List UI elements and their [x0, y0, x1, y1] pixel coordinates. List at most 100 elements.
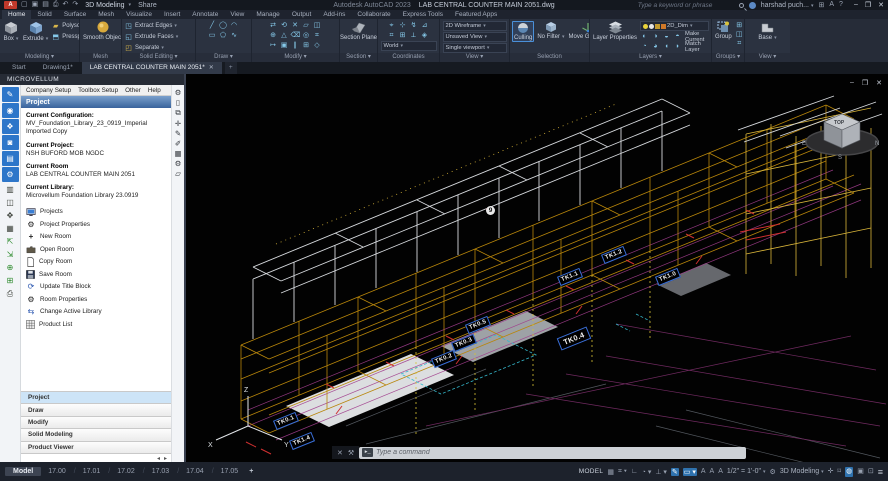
coordinates-tool-icon[interactable]: ◈: [420, 31, 429, 40]
modify-panel-label[interactable]: Modify ▾: [252, 53, 339, 62]
modify-tool-icon[interactable]: ⌫: [291, 31, 300, 40]
match-layer-button[interactable]: ◔◕◖◗ Match Layer: [640, 42, 709, 51]
palette-tool-icon[interactable]: ✎: [2, 87, 19, 102]
coordinates-tool-icon[interactable]: ⌗: [387, 31, 396, 40]
share-button[interactable]: Share: [138, 2, 157, 9]
save-room-button[interactable]: Save Room: [26, 268, 171, 281]
modify-tool-icon[interactable]: ⇄: [269, 21, 278, 30]
ribbon-tab[interactable]: Collaborate: [351, 10, 396, 19]
qat-icon[interactable]: ▤: [42, 0, 49, 10]
status-icon[interactable]: A: [710, 468, 715, 476]
status-icon[interactable]: ⊥ ▾: [655, 468, 667, 476]
qat-icon[interactable]: ▢: [21, 0, 28, 10]
modify-tool-icon[interactable]: ↦: [269, 41, 278, 50]
status-icon[interactable]: ≡: [878, 467, 883, 477]
section-plane-button[interactable]: Section Plane: [340, 21, 377, 41]
palette-menu-item[interactable]: Other: [125, 87, 141, 94]
window-control[interactable]: ❐: [862, 79, 868, 87]
modify-tool-icon[interactable]: ⊞: [302, 41, 311, 50]
ribbon-tab[interactable]: Express Tools: [397, 10, 449, 19]
palette-tool-icon[interactable]: ✎: [172, 129, 184, 138]
coordinates-tool-icon[interactable]: ⌖: [387, 21, 396, 30]
status-icon[interactable]: ⌑: [838, 467, 842, 477]
window-control[interactable]: ✕: [876, 79, 882, 87]
palette-tool-icon[interactable]: ⎙: [2, 287, 19, 300]
draw-panel-label[interactable]: Draw ▾: [196, 53, 251, 62]
model-tab[interactable]: Model: [5, 467, 41, 476]
coordinates-tool-icon[interactable]: ↯: [409, 21, 418, 30]
ribbon-tab[interactable]: Annotate: [186, 10, 224, 19]
ribbon-tab[interactable]: Insert: [158, 10, 186, 19]
palette-tool-icon[interactable]: ▯: [172, 98, 184, 107]
modify-tool-icon[interactable]: ◇: [313, 41, 322, 50]
new-drawing-tab-button[interactable]: +: [225, 62, 237, 74]
titlebar-icon[interactable]: A: [829, 1, 834, 9]
status-icon[interactable]: ✛: [828, 467, 834, 477]
layer-tool-icon[interactable]: ◐: [640, 32, 649, 41]
accordion-solid-modeling[interactable]: Solid Modeling: [21, 428, 171, 440]
ribbon-tab[interactable]: Featured Apps: [449, 10, 503, 19]
presspull-button[interactable]: ⬒Presspull: [51, 32, 79, 42]
palette-tool-icon[interactable]: ◙: [2, 135, 19, 150]
layout-tab[interactable]: 17.01: [70, 467, 104, 476]
modify-tool-icon[interactable]: ◫: [313, 21, 322, 30]
layout-tab[interactable]: 17.05: [208, 467, 242, 476]
window-control[interactable]: ✕: [878, 1, 884, 9]
projects-button[interactable]: Projects: [26, 206, 171, 219]
mesh-panel-label[interactable]: Mesh: [80, 53, 121, 62]
modify-tool-icon[interactable]: ∥: [291, 41, 300, 50]
status-icon[interactable]: ◍: [845, 467, 853, 477]
modify-tool-icon[interactable]: ◎: [302, 31, 311, 40]
extract-edges-button[interactable]: ◳Extract Edges: [124, 21, 177, 31]
culling-button[interactable]: Culling: [512, 21, 534, 42]
group-button[interactable]: Group: [714, 21, 733, 40]
callout-bubble[interactable]: 9: [486, 206, 495, 215]
groups-tool-icon[interactable]: ⊞: [735, 21, 744, 30]
modify-tool-icon[interactable]: ▣: [280, 41, 289, 50]
ribbon-tab[interactable]: Mesh: [92, 10, 120, 19]
status-icon[interactable]: ▭ ▾: [683, 468, 697, 476]
palette-menu-item[interactable]: Company Setup: [26, 87, 71, 94]
qat-icon[interactable]: ⎙: [53, 0, 59, 10]
room-properties-button[interactable]: ⚙ Room Properties: [26, 293, 171, 306]
modify-tool-icon[interactable]: ⌗: [313, 31, 322, 40]
groups-tool-icon[interactable]: ◫: [735, 30, 744, 39]
layout-tab[interactable]: 17.02: [104, 467, 138, 476]
groups-tool-icon[interactable]: ⌗: [735, 39, 744, 48]
layout-tab[interactable]: 17.04: [173, 467, 207, 476]
new-layout-button[interactable]: +: [245, 468, 257, 475]
accordion-draw[interactable]: Draw: [21, 403, 171, 415]
status-icon[interactable]: ◔ ▾: [642, 468, 652, 476]
selection-panel-label[interactable]: Selection: [510, 53, 589, 62]
no-filter-button[interactable]: No Filter: [536, 21, 565, 40]
palette-tool-icon[interactable]: ▥: [2, 183, 19, 196]
palette-tool-icon[interactable]: ⚙: [2, 167, 19, 182]
section-panel-label[interactable]: Section ▾: [340, 53, 377, 62]
status-icon[interactable]: ▦: [607, 468, 614, 476]
viewport-config-dropdown[interactable]: Single viewport: [443, 43, 507, 53]
customize-wrench-icon[interactable]: ⚒: [348, 449, 354, 457]
move-gizmo-button[interactable]: Move Gizmo: [568, 21, 589, 40]
ribbon-tab[interactable]: Add-ins: [317, 10, 351, 19]
palette-title-bar[interactable]: MICROVELLUM: [0, 74, 184, 85]
user-avatar-icon[interactable]: [749, 2, 756, 9]
base-button[interactable]: Base: [757, 21, 777, 41]
palette-tool-icon[interactable]: ⇱: [2, 235, 19, 248]
ribbon-tab[interactable]: Visualize: [120, 10, 158, 19]
annotation-scale[interactable]: 1/2" = 1'-0": [727, 468, 766, 475]
groups-panel-label[interactable]: Groups ▾: [712, 53, 744, 62]
smooth-object-button[interactable]: Smooth Object: [82, 21, 121, 41]
signed-in-user[interactable]: harshad puch...: [761, 2, 814, 9]
palette-tool-icon[interactable]: ⚙: [172, 159, 184, 168]
palette-tool-icon[interactable]: ❖: [2, 119, 19, 134]
palette-tool-icon[interactable]: ⊕: [2, 261, 19, 274]
change-active-library-button[interactable]: ⇆ Change Active Library: [26, 306, 171, 319]
layer-tool-icon[interactable]: ◗: [673, 42, 682, 51]
coordinates-tool-icon[interactable]: ⟂: [409, 31, 418, 40]
window-control[interactable]: ❐: [865, 1, 871, 9]
coordinates-panel-label[interactable]: Coordinates: [378, 53, 439, 62]
palette-tool-icon[interactable]: ◉: [2, 103, 19, 118]
layer-tool-icon[interactable]: ◖: [662, 42, 671, 51]
separate-button[interactable]: ◰Separate: [124, 43, 164, 53]
layer-properties-button[interactable]: Layer Properties: [592, 21, 638, 41]
